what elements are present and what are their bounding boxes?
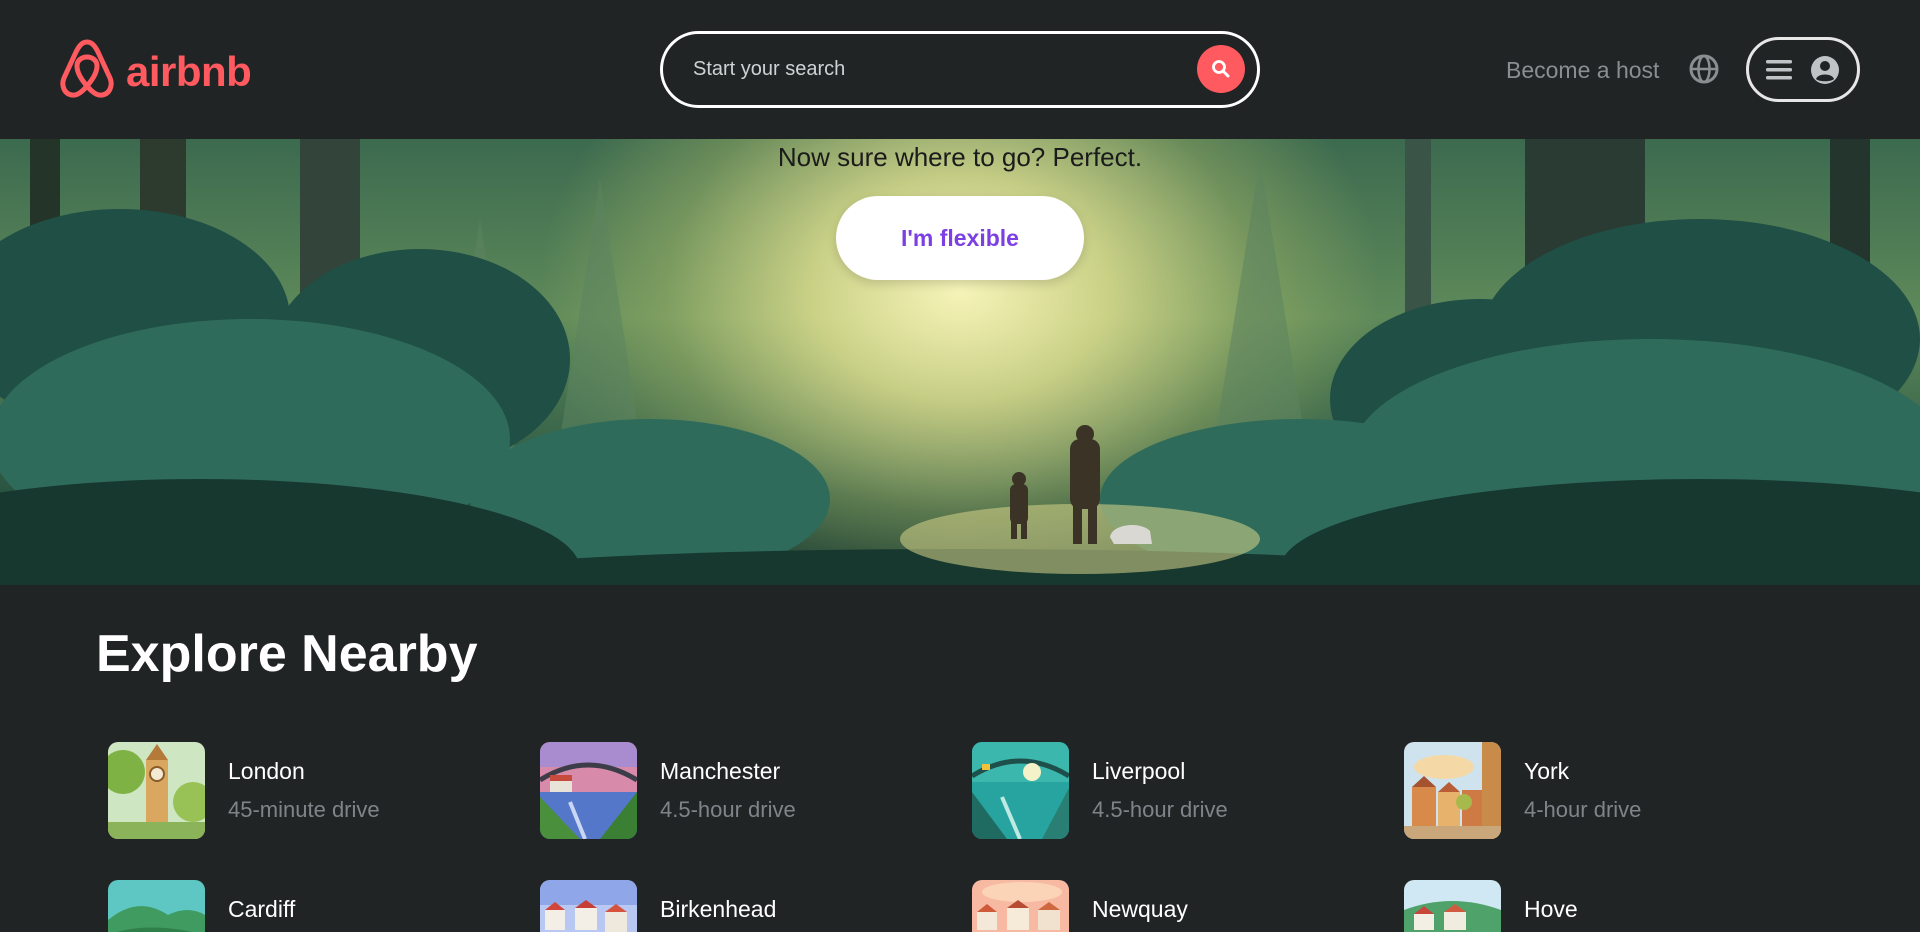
globe-icon[interactable]: [1688, 53, 1720, 85]
user-menu-button[interactable]: [1746, 37, 1860, 102]
newquay-thumbnail: [972, 880, 1069, 932]
airbnb-logo[interactable]: airbnb: [58, 38, 252, 105]
user-icon: [1811, 55, 1839, 84]
search-input[interactable]: Start your search: [693, 58, 1257, 81]
explore-card-cardiff[interactable]: Cardiff: [108, 880, 295, 932]
menu-icon: [1766, 59, 1792, 79]
drive-time: 4-hour drive: [1524, 797, 1642, 822]
explore-card-liverpool[interactable]: Liverpool 4.5-hour drive: [972, 742, 1228, 839]
drive-time: 45-minute drive: [228, 797, 380, 822]
hove-thumbnail: [1404, 880, 1501, 932]
city-name: Hove: [1524, 896, 1578, 922]
city-name: Manchester: [660, 758, 781, 784]
birkenhead-thumbnail: [540, 880, 637, 932]
explore-card-york[interactable]: York 4-hour drive: [1404, 742, 1641, 839]
explore-card-birkenhead[interactable]: Birkenhead: [540, 880, 776, 932]
search-button[interactable]: [1197, 45, 1245, 93]
im-flexible-button[interactable]: I'm flexible: [836, 196, 1084, 280]
city-name: Cardiff: [228, 896, 296, 922]
city-name: Liverpool: [1092, 758, 1186, 784]
header: airbnb Start your search Become a host: [0, 0, 1920, 139]
city-name: Birkenhead: [660, 896, 777, 922]
airbnb-logo-icon: [58, 38, 116, 105]
london-thumbnail: [108, 742, 205, 839]
explore-nearby-title: Explore Nearby: [96, 625, 478, 683]
city-name: London: [228, 758, 305, 784]
drive-time: 4.5-hour drive: [1092, 797, 1228, 822]
explore-card-hove[interactable]: Hove: [1404, 880, 1578, 932]
manchester-thumbnail: [540, 742, 637, 839]
explore-card-london[interactable]: London 45-minute drive: [108, 742, 380, 839]
explore-card-newquay[interactable]: Newquay: [972, 880, 1188, 932]
hero-banner: Now sure where to go? Perfect. I'm flexi…: [0, 139, 1920, 585]
liverpool-thumbnail: [972, 742, 1069, 839]
cardiff-thumbnail: [108, 880, 205, 932]
logo-text: airbnb: [126, 47, 252, 95]
hero-tagline: Now sure where to go? Perfect.: [777, 142, 1143, 172]
city-name: Newquay: [1092, 896, 1188, 922]
search-icon: [1212, 60, 1230, 78]
york-thumbnail: [1404, 742, 1501, 839]
explore-card-manchester[interactable]: Manchester 4.5-hour drive: [540, 742, 796, 839]
search-bar[interactable]: Start your search: [660, 31, 1260, 108]
become-host-link[interactable]: Become a host: [1506, 57, 1659, 84]
city-name: York: [1524, 758, 1570, 784]
drive-time: 4.5-hour drive: [660, 797, 796, 822]
